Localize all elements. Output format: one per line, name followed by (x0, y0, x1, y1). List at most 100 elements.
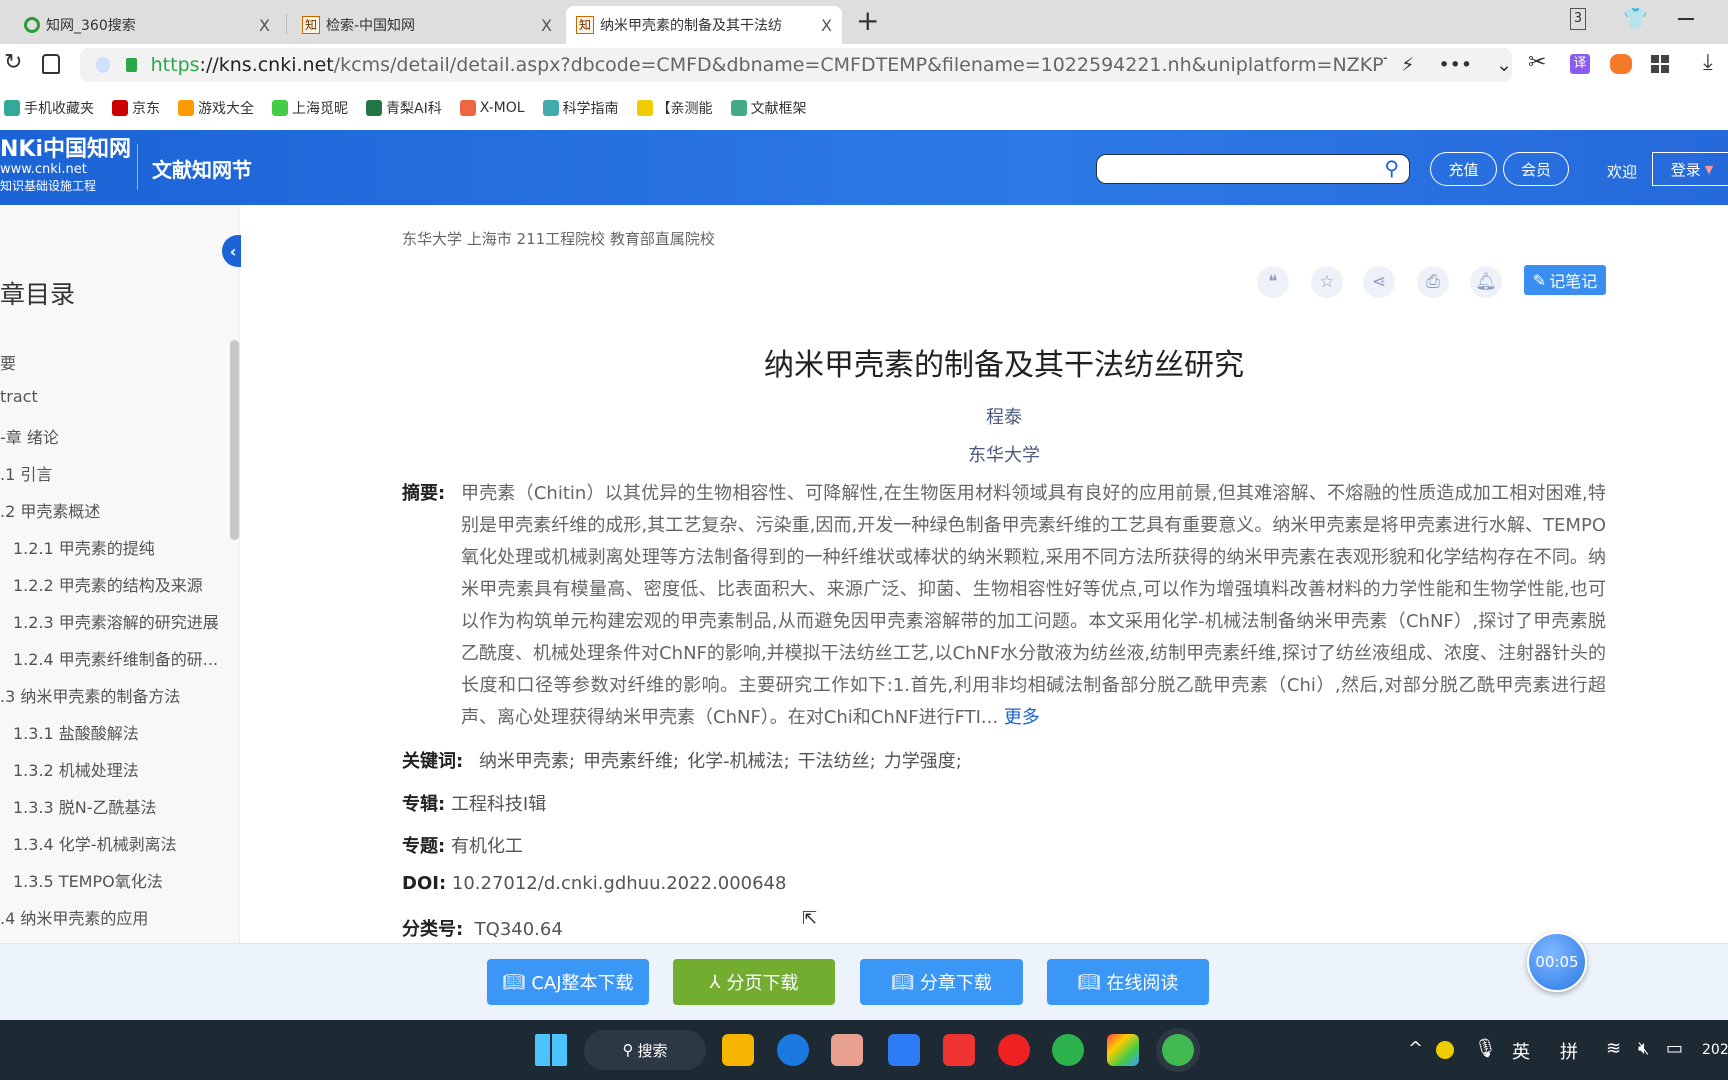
site-info-icon[interactable] (96, 57, 111, 73)
more-icon[interactable]: ••• (1438, 54, 1472, 76)
app-icon[interactable] (831, 1034, 863, 1066)
more-link[interactable]: 更多 (1004, 707, 1040, 728)
sidebar-chapter-item[interactable]: .2 甲壳素概述 (0, 498, 100, 522)
battery-icon[interactable]: ▭ (1666, 1038, 1683, 1059)
chevron-down-icon: ▼ (1704, 162, 1714, 176)
sidebar-chapter-item[interactable]: 1.3.2 机械处理法 (13, 757, 139, 781)
close-tab-icon[interactable]: X (259, 16, 270, 35)
affiliation-name[interactable]: 东华大学 (968, 445, 1040, 466)
ime-language[interactable]: 英 (1512, 1038, 1530, 1064)
tab-article[interactable]: 知 纳米甲壳素的制备及其干法纺 X (566, 6, 842, 44)
bookmark-item[interactable]: 科学指南 (542, 98, 619, 118)
close-tab-icon[interactable]: X (821, 16, 832, 35)
festival-title[interactable]: 文献知网节 (152, 154, 252, 183)
sidebar-chapter-item[interactable]: 1.3.4 化学-机械剥离法 (13, 831, 177, 855)
keywords-row: 关键词: 纳米甲壳素; 甲壳素纤维; 化学-机械法; 干法纺丝; 力学强度; (402, 747, 970, 773)
recharge-button[interactable]: 充值 (1430, 152, 1497, 186)
volume-muted-icon[interactable]: 🔇︎ (1638, 1038, 1649, 1059)
sidebar-chapter-item[interactable]: -章 绪论 (0, 424, 59, 448)
sidebar-chapter-item[interactable]: .1 引言 (0, 461, 52, 485)
member-button[interactable]: 会员 (1503, 152, 1569, 186)
sidebar-chapter-item[interactable]: 1.2.3 甲壳素溶解的研究进展 (13, 609, 219, 633)
bookmark-favicon-icon (366, 100, 382, 116)
app-icon[interactable] (1107, 1034, 1139, 1066)
share-icon[interactable]: ⋖ (1363, 266, 1395, 298)
tray-app-icon[interactable] (1436, 1041, 1454, 1059)
login-button[interactable]: 登录 ▼ (1652, 152, 1728, 186)
sidebar-chapter-item[interactable]: 要 (0, 350, 16, 374)
skin-shirt-icon[interactable]: 👕 (1623, 6, 1648, 30)
scissors-icon[interactable]: ✂ (1528, 50, 1546, 75)
sidebar-chapter-item[interactable]: 1.2.2 甲壳素的结构及来源 (13, 572, 203, 596)
bookmark-item[interactable]: 青梨AI科 (366, 98, 442, 118)
new-tab-button[interactable]: + (856, 4, 879, 37)
doi-value: 10.27012/d.cnki.gdhuu.2022.000648 (451, 873, 787, 894)
url-input[interactable]: https://kns.cnki.net/kcms/detail/detail.… (80, 48, 1512, 82)
sidebar-scrollbar[interactable] (230, 340, 239, 540)
tab-cnki-search[interactable]: 知 检索-中国知网 X (292, 6, 562, 44)
recording-timer[interactable]: 00:05 (1527, 932, 1587, 992)
ime-mode[interactable]: 拼 (1560, 1038, 1578, 1064)
wechat-icon[interactable] (1052, 1034, 1084, 1066)
download-icon[interactable]: ⤓ (1703, 50, 1713, 75)
page-download-button[interactable]: ⅄ 分页下载 (673, 959, 835, 1005)
logo-url: www.cnki.net (0, 162, 87, 177)
bookmark-item[interactable]: X-MOL (459, 98, 525, 118)
sidebar-chapter-item[interactable]: 1.3.1 盐酸酸解法 (13, 720, 139, 744)
keyword-link[interactable]: 化学-机械法; (687, 751, 790, 772)
bookmark-item[interactable]: 手机收藏夹 (4, 98, 94, 118)
app-icon[interactable] (777, 1034, 809, 1066)
caj-download-button[interactable]: 📖︎ CAJ整本下载 (487, 959, 649, 1005)
tray-chevron-up-icon[interactable]: ^ (1408, 1038, 1423, 1059)
sidebar-chapter-item[interactable]: .3 纳米甲壳素的制备方法 (0, 683, 180, 707)
bookmark-label: 上海觅昵 (292, 101, 348, 117)
take-note-button[interactable]: ✎ 记笔记 (1524, 265, 1606, 295)
sidebar-chapter-item[interactable]: 1.3.3 脱N-乙酰基法 (13, 794, 157, 818)
notify-bell-icon[interactable]: 🔔︎ (1470, 266, 1502, 298)
clock[interactable]: 202 (1702, 1042, 1728, 1058)
keyword-link[interactable]: 甲壳素纤维; (583, 751, 679, 772)
close-tab-icon[interactable]: X (541, 16, 552, 35)
bookmark-item[interactable]: 游戏大全 (178, 98, 254, 118)
feishu-icon[interactable] (888, 1034, 920, 1066)
favorite-star-icon[interactable]: ☆ (1311, 266, 1343, 298)
windows-start-icon[interactable] (535, 1034, 567, 1066)
bookmark-item[interactable]: 京东 (112, 98, 160, 118)
bookmark-item[interactable]: 文献框架 (730, 98, 807, 118)
wifi-icon[interactable]: ≋ (1606, 1038, 1621, 1059)
sidebar-chapter-item[interactable]: 1.3.5 TEMPO氧化法 (13, 868, 163, 892)
microphone-icon[interactable]: 🎙︎ (1474, 1038, 1497, 1059)
search-icon[interactable]: ⚲ (1384, 156, 1399, 180)
cite-quote-icon[interactable]: ❝ (1257, 266, 1289, 298)
chevron-down-icon[interactable]: ⌄ (1496, 54, 1512, 76)
reload-icon[interactable]: ↻ (4, 50, 22, 75)
wps-icon[interactable] (943, 1034, 975, 1066)
cnki-logo[interactable]: NKi中国知网 www.cnki.net 知识基础设施工程 (0, 138, 131, 194)
home-icon[interactable] (42, 54, 60, 74)
keyword-link[interactable]: 纳米甲壳素; (479, 751, 575, 772)
keyword-link[interactable]: 力学强度; (884, 751, 962, 772)
tab-count-icon[interactable]: 3 (1570, 8, 1586, 30)
minimize-icon[interactable] (1678, 18, 1694, 20)
online-read-button[interactable]: 📖︎ 在线阅读 (1047, 959, 1209, 1005)
360-browser-icon[interactable] (1162, 1034, 1194, 1066)
file-explorer-icon[interactable] (722, 1034, 754, 1066)
taskbar-search[interactable]: ⚲ 搜索 (584, 1030, 706, 1070)
game-controller-icon[interactable] (1610, 54, 1632, 74)
music-app-icon[interactable] (998, 1034, 1030, 1066)
tab-360-search[interactable]: 知网_360搜索 X (14, 6, 280, 44)
keyword-link[interactable]: 干法纺丝; (798, 751, 876, 772)
bookmark-item[interactable]: 【亲测能 (636, 98, 713, 118)
translate-icon[interactable]: 译 (1570, 54, 1590, 74)
chapter-download-button[interactable]: 📖︎ 分章下载 (860, 959, 1023, 1005)
sidebar-chapter-item[interactable]: 1.2.4 甲壳素纤维制备的研... (13, 646, 218, 670)
print-icon[interactable]: ⎙ (1417, 266, 1449, 298)
apps-grid-icon[interactable] (1651, 55, 1669, 73)
sidebar-chapter-item[interactable]: tract (0, 387, 38, 406)
bookmark-item[interactable]: 上海觅昵 (272, 98, 348, 118)
lightning-icon[interactable]: ⚡ (1401, 54, 1414, 76)
sidebar-chapter-item[interactable]: 1.2.1 甲壳素的提纯 (13, 535, 155, 559)
sidebar-chapter-item[interactable]: .4 纳米甲壳素的应用 (0, 905, 148, 929)
author-name[interactable]: 程泰 (986, 407, 1022, 428)
search-input[interactable] (1107, 155, 1377, 181)
